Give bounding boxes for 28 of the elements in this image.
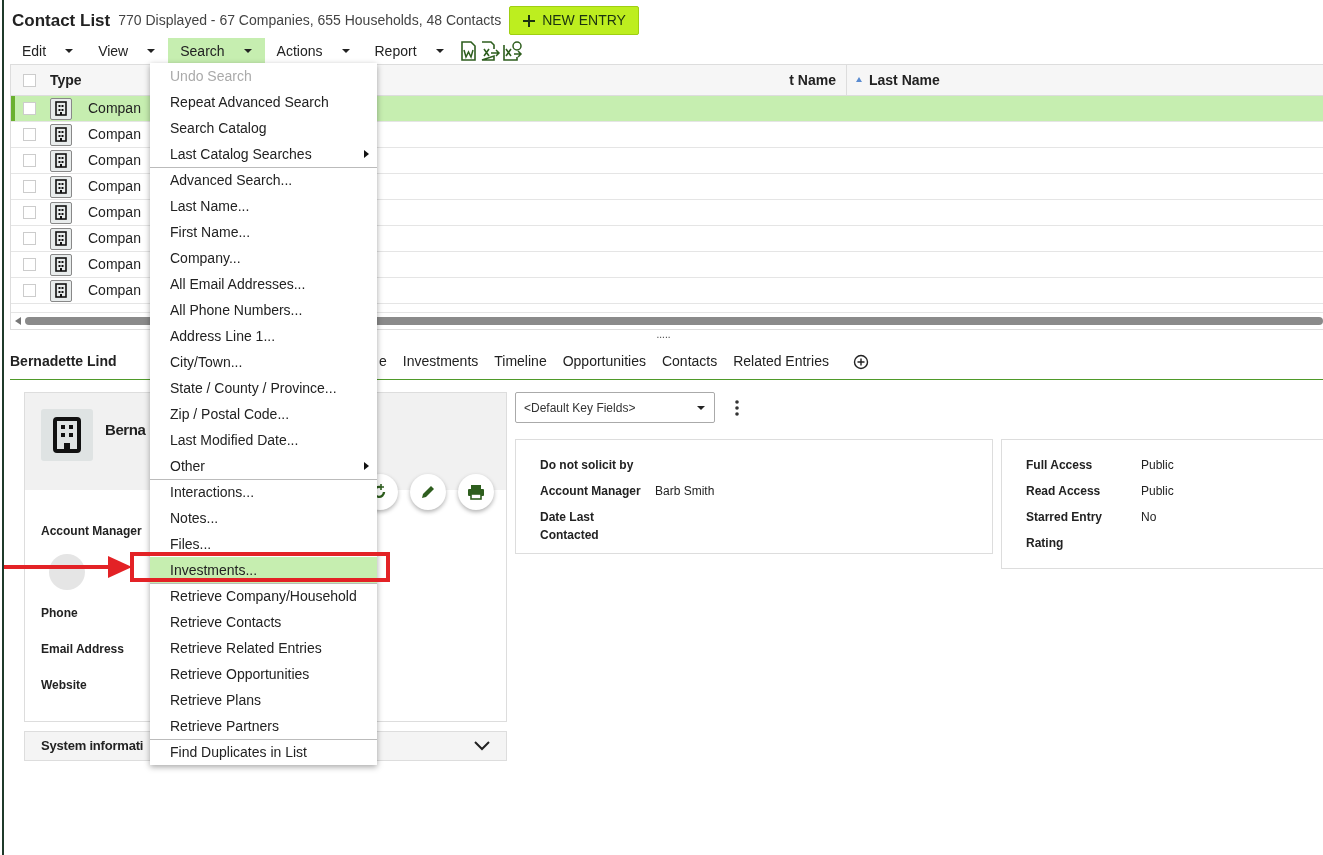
page-title: Contact List	[12, 9, 111, 32]
field-label: Account Manager	[540, 483, 642, 500]
field-value: No	[1141, 509, 1158, 526]
entry-name: Berna	[105, 420, 146, 440]
record-title: Bernadette Lind	[10, 353, 117, 369]
table-cell-text: Compan	[88, 281, 141, 300]
table-cell-text: Compan	[88, 229, 141, 248]
field-label: Email Address	[40, 641, 124, 658]
table-cell-text: Compan	[88, 177, 141, 196]
field-label: Account Manager	[40, 523, 142, 540]
field-value: Public	[1141, 483, 1175, 500]
field-label: Starred Entry	[1026, 509, 1104, 526]
section-title: System informati	[41, 737, 144, 756]
table-cell-text: Compan	[88, 255, 141, 274]
field-label: Do not solicit by	[540, 457, 635, 474]
field-label: Phone	[40, 605, 78, 622]
table-cell-text: Compan	[88, 125, 141, 144]
field-value: Public	[1141, 457, 1175, 474]
table-cell-text: Compan	[88, 99, 141, 118]
field-label: Date Last Contacted	[540, 509, 600, 544]
field-label: Website	[40, 677, 87, 694]
field-label: Read Access	[1026, 483, 1102, 500]
field-label: Rating	[1026, 535, 1065, 552]
table-cell-text: Compan	[88, 203, 141, 222]
list-summary: 770 Displayed - 67 Companies, 655 Households, 48 Contacts	[118, 11, 502, 30]
field-label: Full Access	[1026, 457, 1094, 474]
table-cell-text: Compan	[88, 151, 141, 170]
field-value: Barb Smith	[655, 483, 716, 500]
